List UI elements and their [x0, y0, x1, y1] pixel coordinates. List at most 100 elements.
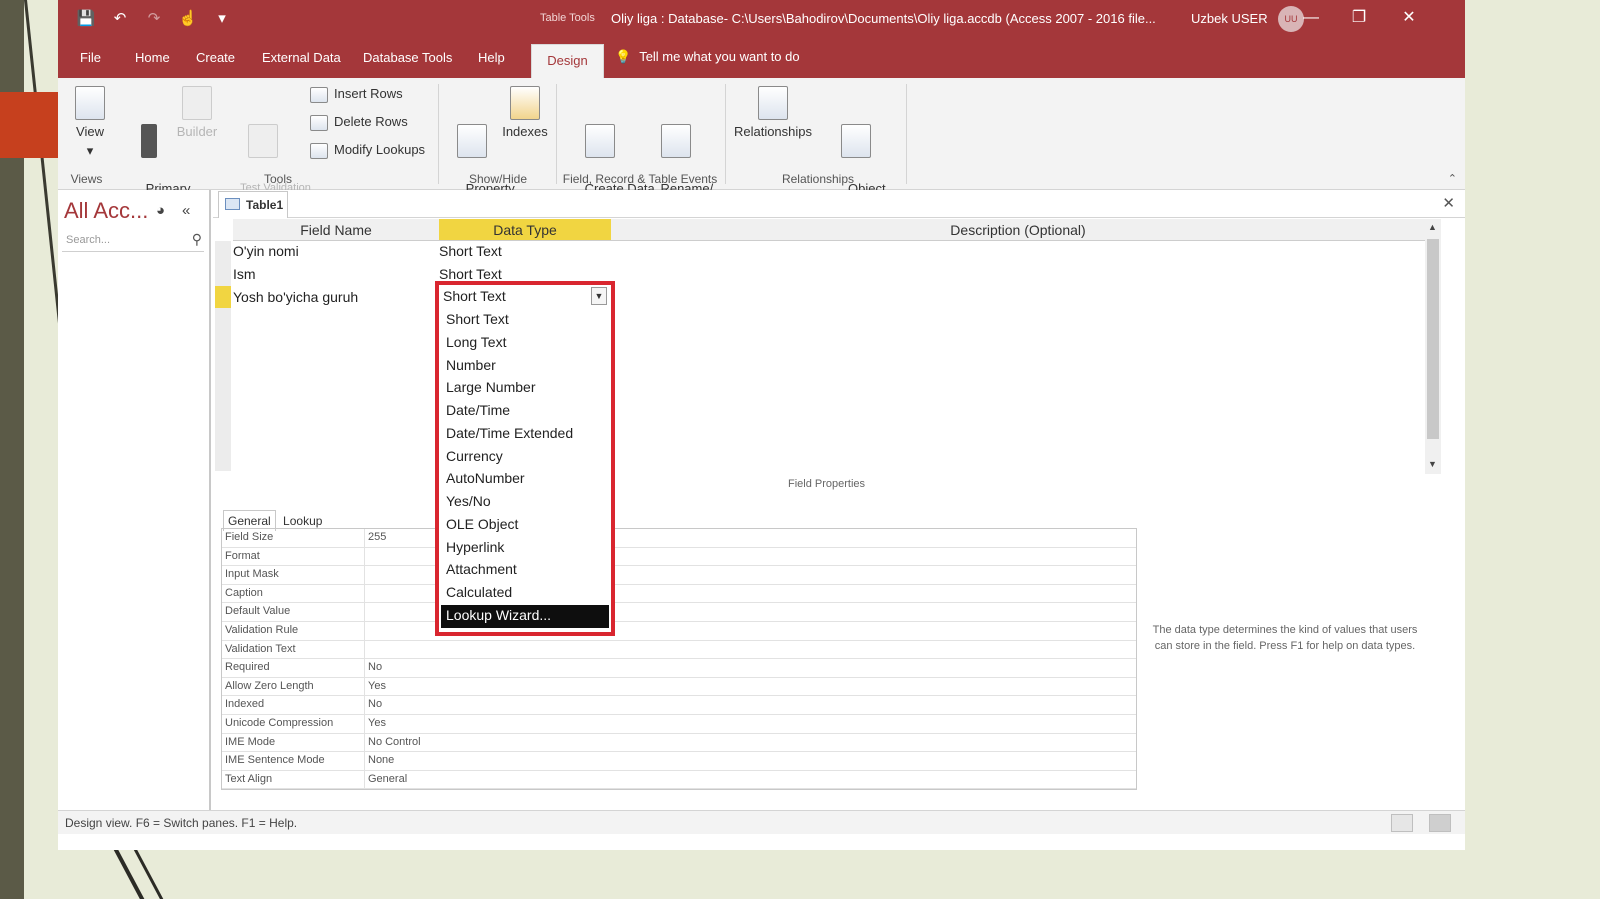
indexes-icon — [510, 86, 540, 120]
property-row[interactable]: IME Sentence Mode None — [222, 752, 1136, 771]
dropdown-option[interactable]: Date/Time — [441, 400, 609, 423]
data-type-cell[interactable]: Short Text — [439, 266, 502, 282]
field-properties-label: Field Properties — [788, 478, 866, 490]
tab-file[interactable]: File — [80, 50, 101, 65]
title-bar: 💾 ↶ ↷ ☝ ▾ Table Tools Oliy liga : Databa… — [58, 0, 1465, 38]
chevron-down-icon[interactable]: ▼ — [591, 287, 607, 305]
design-view-icon[interactable] — [1429, 814, 1451, 832]
customize-icon[interactable]: ▾ — [212, 9, 232, 27]
header-field-name: Field Name — [233, 219, 439, 241]
property-row[interactable]: Indexed No — [222, 696, 1136, 715]
delete-rows-icon — [310, 114, 328, 131]
search-icon[interactable]: ⚲ — [192, 231, 202, 248]
group-label-relationships: Relationships — [781, 172, 855, 186]
user-name[interactable]: Uzbek USER — [1191, 11, 1268, 26]
property-row[interactable]: Default Value — [222, 603, 1136, 622]
tab-design[interactable]: Design — [531, 44, 604, 78]
document-tabs: Table1 ✕ — [213, 190, 1465, 218]
key-icon — [141, 124, 157, 158]
scroll-down-icon[interactable]: ▼ — [1428, 459, 1437, 469]
data-type-combo[interactable]: Short Text — [441, 287, 609, 307]
tell-me-box[interactable]: 💡 Tell me what you want to do — [615, 49, 800, 65]
property-row[interactable]: IME Mode No Control — [222, 733, 1136, 753]
undo-icon[interactable]: ↶ — [110, 9, 130, 27]
dropdown-option[interactable]: Long Text — [441, 332, 609, 355]
dropdown-option[interactable]: Short Text — [441, 309, 609, 332]
ribbon: View▾ Primary Key Builder Test Validatio… — [58, 78, 1465, 215]
touch-icon[interactable]: ☝ — [178, 9, 198, 27]
scroll-thumb[interactable] — [1427, 239, 1439, 439]
field-name-cell[interactable]: O'yin nomi — [233, 243, 299, 259]
header-description: Description (Optional) — [611, 219, 1425, 241]
dropdown-option[interactable]: Yes/No — [441, 491, 609, 514]
modify-lookups-button[interactable]: Modify Lookups — [310, 142, 425, 159]
dropdown-option[interactable]: Calculated — [441, 582, 609, 605]
slide-accent-block — [0, 92, 58, 158]
view-button[interactable]: View ▾ — [70, 86, 110, 160]
tab-help[interactable]: Help — [478, 50, 505, 65]
status-text: Design view. F6 = Switch panes. F1 = Hel… — [65, 816, 298, 830]
close-document-icon[interactable]: ✕ — [1442, 194, 1455, 212]
collapse-ribbon-icon[interactable]: ⌃ — [1448, 172, 1457, 185]
property-row[interactable]: Required No — [222, 659, 1136, 678]
property-row[interactable]: Text Align General — [222, 770, 1136, 790]
rename-macro-icon — [661, 124, 691, 158]
table-icon — [225, 198, 240, 210]
field-name-cell[interactable]: Yosh bo'yicha guruh — [233, 289, 358, 305]
grid-scrollbar[interactable]: ▲ ▼ — [1425, 219, 1441, 474]
property-row[interactable]: Field Size 255 — [222, 529, 1136, 548]
ribbon-tabs: File Home Create External Data Database … — [58, 38, 1465, 78]
minimize-icon[interactable]: — — [1291, 6, 1331, 32]
group-label-showhide: Show/Hide — [468, 172, 528, 186]
chevron-down-icon: ▾ — [86, 143, 94, 158]
scroll-up-icon[interactable]: ▲ — [1428, 222, 1437, 232]
window-title: Oliy liga : Database- C:\Users\Bahodirov… — [611, 11, 1156, 26]
property-row[interactable]: Caption — [222, 584, 1136, 604]
quick-access-toolbar: 💾 ↶ ↷ ☝ ▾ — [76, 9, 232, 27]
nav-search-input[interactable]: Search... ⚲ — [62, 230, 204, 252]
current-row-selector[interactable] — [215, 286, 231, 308]
datasheet-view-icon[interactable] — [1391, 814, 1413, 832]
access-window: 💾 ↶ ↷ ☝ ▾ Table Tools Oliy liga : Databa… — [58, 0, 1465, 850]
tab-home[interactable]: Home — [135, 50, 170, 65]
indexes-button[interactable]: Indexes — [500, 86, 550, 141]
group-label-events: Field, Record & Table Events — [562, 172, 718, 186]
property-row[interactable]: Validation Rule — [222, 621, 1136, 641]
restore-icon[interactable]: ❐ — [1339, 6, 1379, 32]
dropdown-option[interactable]: Large Number — [441, 377, 609, 400]
data-type-cell[interactable]: Short Text — [439, 243, 502, 259]
close-icon[interactable]: ✕ — [1389, 6, 1429, 32]
property-row[interactable]: Validation Text — [222, 640, 1136, 660]
property-row[interactable]: Unicode Compression Yes — [222, 714, 1136, 734]
nav-menu-icon[interactable]: ◕ — [156, 202, 165, 219]
property-row[interactable]: Format — [222, 547, 1136, 567]
dropdown-option[interactable]: Attachment — [441, 559, 609, 582]
dropdown-option[interactable]: OLE Object — [441, 514, 609, 537]
insert-rows-button[interactable]: Insert Rows — [310, 86, 403, 103]
dropdown-option[interactable]: Currency — [441, 446, 609, 469]
tab-table1[interactable]: Table1 — [218, 191, 288, 218]
dropdown-option[interactable]: Hyperlink — [441, 537, 609, 560]
dropdown-option[interactable]: Date/Time Extended — [441, 423, 609, 446]
delete-rows-button[interactable]: Delete Rows — [310, 114, 408, 131]
group-label-views: Views — [70, 172, 103, 186]
redo-icon[interactable]: ↷ — [144, 9, 164, 27]
dropdown-option-selected[interactable]: Lookup Wizard... — [441, 605, 609, 628]
nav-title[interactable]: All Acc... — [64, 198, 148, 224]
property-row[interactable]: Input Mask — [222, 566, 1136, 585]
dropdown-option[interactable]: AutoNumber — [441, 468, 609, 491]
group-label-tools: Tools — [263, 172, 292, 186]
shutter-bar-icon[interactable]: « — [182, 202, 190, 219]
field-name-cell[interactable]: Ism — [233, 266, 256, 282]
tab-create[interactable]: Create — [196, 50, 235, 65]
data-type-dropdown: Short Text ▼ Short Text Long Text Number… — [435, 281, 615, 636]
tab-database-tools[interactable]: Database Tools — [363, 50, 452, 65]
builder-button[interactable]: Builder — [176, 86, 218, 141]
field-properties-grid: Field Size 255 Format Input Mask Caption … — [221, 528, 1137, 791]
tab-external-data[interactable]: External Data — [262, 50, 341, 65]
property-row[interactable]: Allow Zero Length Yes — [222, 677, 1136, 697]
dropdown-option[interactable]: Number — [441, 355, 609, 378]
navigation-pane: All Acc... ◕ « Search... ⚲ — [58, 190, 211, 810]
save-icon[interactable]: 💾 — [76, 9, 96, 27]
relationships-button[interactable]: Relationships — [733, 86, 813, 141]
